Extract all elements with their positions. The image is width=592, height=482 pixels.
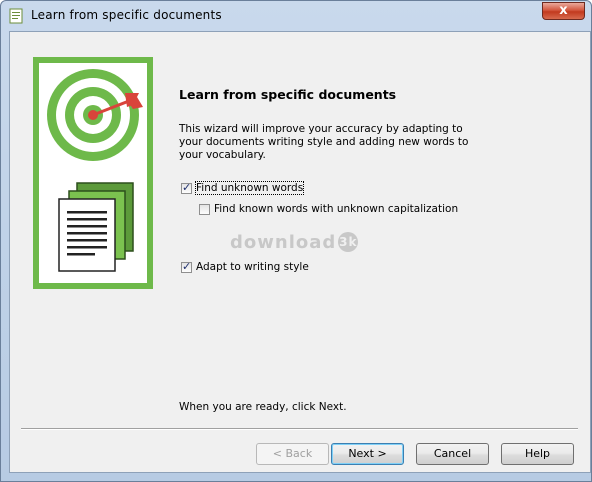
ready-text: When you are ready, click Next.: [179, 401, 347, 413]
checkbox-label[interactable]: Adapt to writing style: [196, 261, 309, 273]
checkbox-find-known-words[interactable]: [199, 203, 210, 215]
back-button[interactable]: < Back: [256, 443, 329, 465]
wizard-illustration: [33, 57, 153, 289]
watermark: download 3k: [230, 232, 359, 253]
page-title: Learn from specific documents: [179, 87, 397, 102]
next-button[interactable]: Next >: [331, 443, 404, 465]
option-find-known-words[interactable]: Find known words with unknown capitaliza…: [199, 203, 458, 215]
close-button[interactable]: x: [542, 2, 585, 20]
intro-text: This wizard will improve your accuracy b…: [179, 123, 469, 161]
dialog-window: Learn from specific documents x Learn fr…: [0, 0, 592, 482]
wizard-body: Learn from specific documents This wizar…: [9, 31, 591, 473]
close-icon: x: [559, 3, 568, 18]
option-adapt-writing-style[interactable]: Adapt to writing style: [181, 260, 309, 273]
watermark-badge: 3k: [338, 232, 359, 252]
checkbox-find-unknown-words[interactable]: [181, 181, 192, 194]
checkbox-label[interactable]: Find known words with unknown capitaliza…: [214, 203, 458, 215]
option-find-unknown-words[interactable]: Find unknown words: [181, 181, 305, 195]
help-button[interactable]: Help: [501, 443, 574, 465]
checkbox-adapt-writing-style[interactable]: [181, 260, 192, 273]
title-bar[interactable]: Learn from specific documents x: [1, 1, 591, 31]
watermark-text: download: [230, 232, 337, 253]
cancel-button[interactable]: Cancel: [416, 443, 489, 465]
footer-divider: [21, 428, 578, 430]
checkbox-label[interactable]: Find unknown words: [194, 181, 305, 195]
app-document-icon: [9, 8, 23, 24]
window-title: Learn from specific documents: [31, 8, 222, 22]
documents-stack-illustration: [58, 182, 134, 272]
target-illustration: [47, 69, 143, 272]
